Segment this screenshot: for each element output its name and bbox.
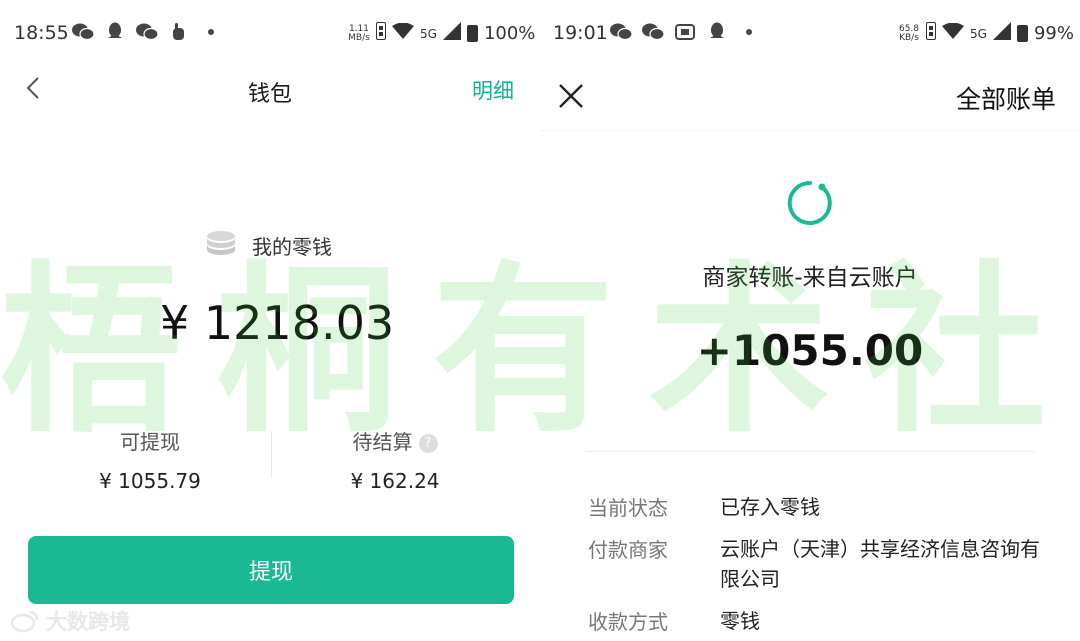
wechat-icon — [610, 22, 632, 42]
wechat-icon — [72, 22, 94, 42]
page-title: 钱包 — [247, 82, 292, 107]
corner-watermark-text: 大数跨境 — [46, 610, 130, 634]
wifi-icon — [392, 22, 414, 44]
transaction-title: 商家转账-来自云账户 — [702, 265, 918, 291]
status-time: 18:55 — [14, 22, 69, 44]
header-divider — [540, 130, 1080, 131]
balance-amount: ¥ 1218.03 — [160, 296, 395, 350]
sim-icon — [376, 22, 386, 45]
system-status: 1.11 MB/s 5G 100% — [348, 22, 535, 45]
qq-icon — [706, 22, 728, 42]
column-divider — [271, 432, 272, 478]
withdrawable-title: 可提现 — [120, 430, 180, 454]
detail-value: 零钱 — [720, 609, 760, 633]
qq-icon — [104, 22, 126, 42]
wallet-label: 我的零钱 — [252, 235, 332, 259]
wechat-icon — [136, 22, 158, 42]
pending-title: 待结算 — [352, 430, 413, 454]
detail-link[interactable]: 明细 — [472, 75, 514, 105]
net-speed: 1.11 MB/s — [348, 23, 370, 43]
system-status: 65.8 KB/s 5G 99% — [898, 22, 1074, 45]
pending-block: 待结算? ¥ 162.24 — [300, 426, 490, 493]
hand-icon — [168, 22, 190, 42]
wifi-icon — [942, 22, 964, 44]
wechat-icon — [642, 22, 664, 42]
sim-icon — [926, 22, 936, 45]
detail-key: 当前状态 — [588, 496, 668, 520]
detail-key: 收款方式 — [588, 610, 668, 634]
battery-level: 100% — [483, 23, 536, 44]
coins-icon — [207, 231, 235, 255]
transfer-status-icon — [787, 180, 832, 225]
pending-value: ¥ 162.24 — [350, 469, 440, 493]
detail-value: 已存入零钱 — [720, 495, 820, 519]
dot-icon — [200, 22, 222, 42]
battery-level: 99% — [1033, 23, 1074, 44]
status-bar: 18:55 1.11 MB/s 5G 100% — [0, 0, 540, 66]
detail-value: 云账户（天津）共享经济信息咨询有限公司 — [720, 537, 1040, 591]
all-bills-link[interactable]: 全部账单 — [956, 80, 1056, 116]
help-icon[interactable]: ? — [418, 434, 438, 453]
close-icon[interactable] — [558, 83, 584, 109]
corner-watermark: 大数跨境 — [10, 606, 130, 636]
taobao-icon — [674, 22, 696, 42]
section-divider — [586, 451, 1034, 452]
transaction-amount: +1055.00 — [696, 326, 924, 375]
signal-icon — [992, 22, 1011, 45]
status-time: 19:01 — [553, 22, 608, 44]
net-speed: 65.8 KB/s — [898, 23, 920, 43]
dot-icon — [738, 22, 760, 42]
battery-icon — [466, 25, 478, 42]
battery-icon — [1016, 25, 1028, 42]
network-type: 5G — [420, 26, 437, 41]
detail-key: 付款商家 — [588, 538, 668, 562]
status-bar: 19:01 65.8 KB/s 5G 99% — [540, 0, 1080, 66]
notification-icons — [610, 22, 760, 42]
signal-icon — [442, 22, 461, 45]
wallet-screen: 18:55 1.11 MB/s 5G 100% 钱包 明细 我的零钱 ¥ 121… — [0, 0, 540, 641]
bill-detail-screen: 19:01 65.8 KB/s 5G 99% 全部账单 商家转账-来自云账户 +… — [540, 0, 1080, 641]
weibo-logo-icon — [10, 610, 39, 633]
withdrawable-block: 可提现 ¥ 1055.79 — [60, 426, 240, 493]
withdraw-button[interactable]: 提现 — [28, 536, 514, 604]
withdrawable-value: ¥ 1055.79 — [99, 469, 201, 493]
network-type: 5G — [970, 26, 987, 41]
notification-icons — [72, 22, 222, 42]
